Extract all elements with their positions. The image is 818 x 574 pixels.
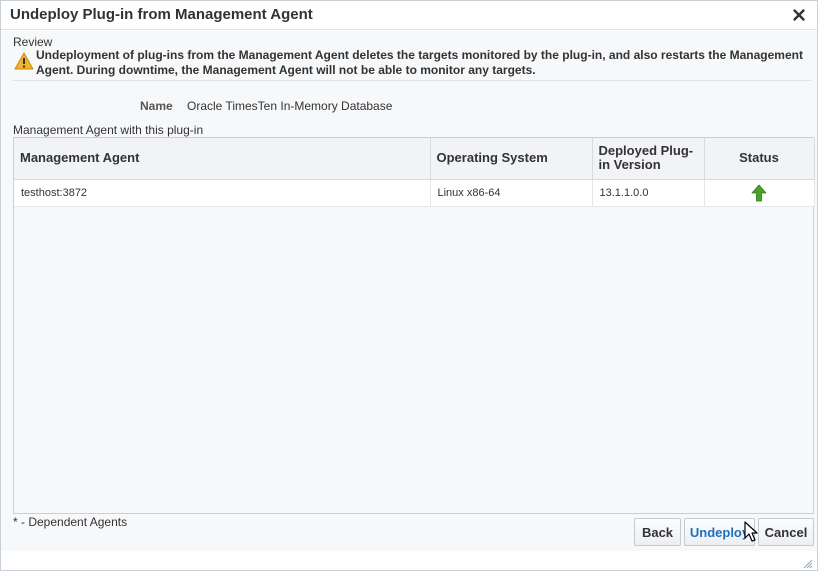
agents-table: Management Agent Operating System Deploy… [13, 137, 815, 514]
close-icon[interactable] [791, 7, 807, 23]
back-button[interactable]: Back [634, 518, 681, 546]
cell-agent: testhost:3872 [14, 179, 431, 207]
column-header-status[interactable]: Status [704, 138, 815, 180]
column-header-management-agent[interactable]: Management Agent [14, 138, 431, 180]
column-header-operating-system[interactable]: Operating System [430, 138, 593, 180]
footnote: * - Dependent Agents [13, 515, 128, 529]
column-header-deployed-version[interactable]: Deployed Plug-in Version [592, 138, 705, 180]
cell-version: 13.1.1.0.0 [592, 179, 705, 207]
undeploy-plugin-dialog: Undeploy Plug-in from Management Agent R… [0, 0, 818, 571]
cancel-button[interactable]: Cancel [758, 518, 814, 546]
dialog-body: Review Undeployment of plug-ins from the… [1, 31, 817, 551]
plugin-name-value: Oracle TimesTen In-Memory Database [187, 99, 393, 113]
resize-grip-icon[interactable] [803, 556, 813, 569]
review-heading: Review [13, 35, 53, 49]
dialog-titlebar: Undeploy Plug-in from Management Agent [1, 1, 817, 30]
table-header-row: Management Agent Operating System Deploy… [14, 138, 815, 180]
mouse-cursor-icon [744, 521, 760, 543]
cell-status [704, 179, 815, 207]
status-up-icon [751, 184, 767, 202]
plugin-name-label: Name [140, 99, 173, 113]
warning-message: Undeployment of plug-ins from the Manage… [36, 48, 803, 77]
dialog-title: Undeploy Plug-in from Management Agent [10, 6, 313, 23]
cell-os: Linux x86-64 [430, 179, 593, 207]
warning-icon [14, 52, 34, 70]
agents-section-label: Management Agent with this plug-in [13, 123, 204, 137]
divider [13, 80, 811, 81]
table-row[interactable]: testhost:3872 Linux x86-64 13.1.1.0.0 [14, 179, 815, 207]
